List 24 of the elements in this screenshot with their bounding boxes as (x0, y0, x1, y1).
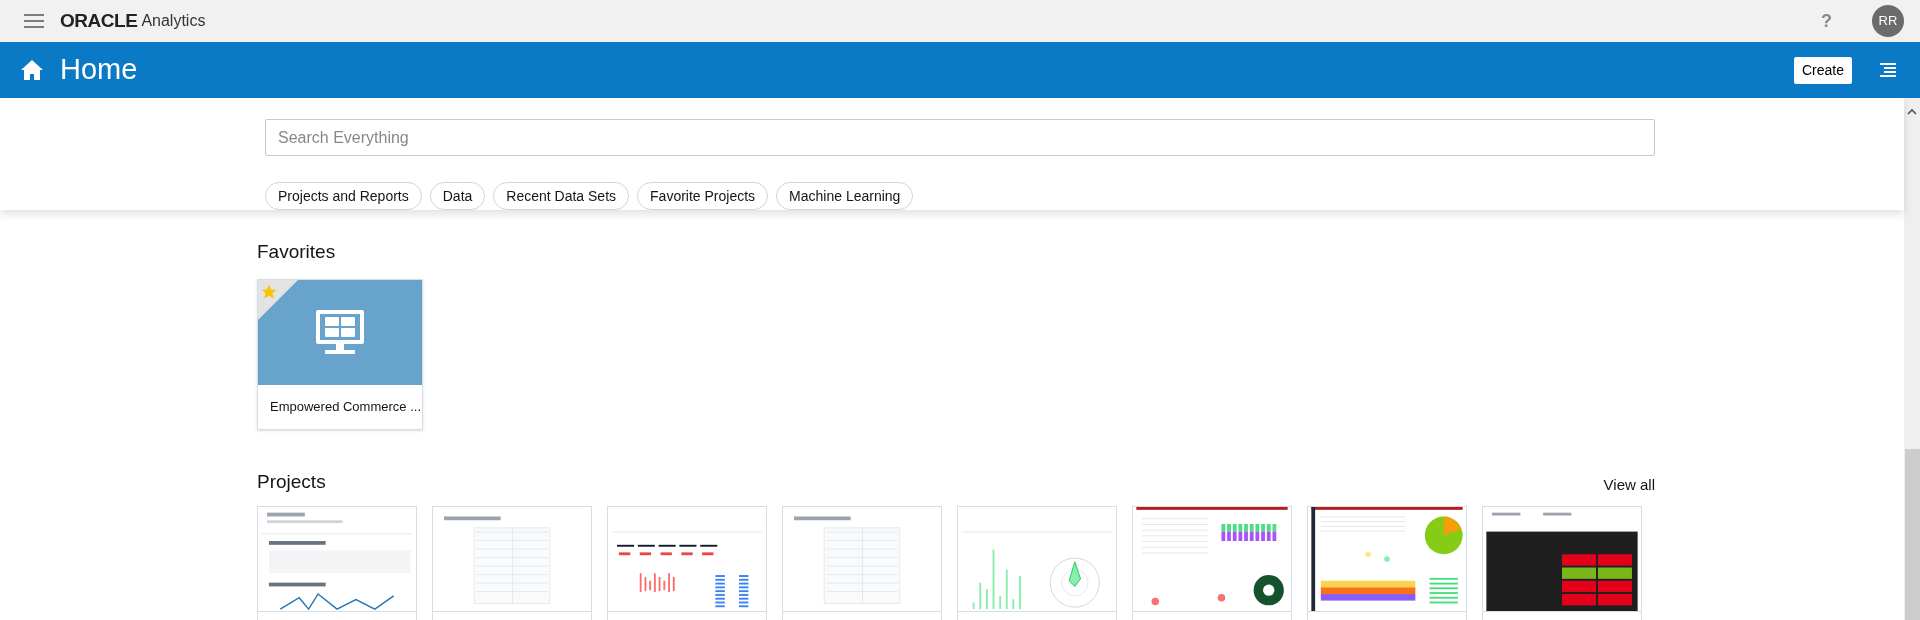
brand-logo: ORACLE (60, 8, 138, 33)
create-button[interactable]: Create (1793, 56, 1852, 84)
user-avatar[interactable]: RR (1872, 5, 1904, 37)
dashboard-monitor-icon (315, 309, 365, 355)
filter-chip[interactable]: Data (429, 182, 486, 210)
filter-chip[interactable]: Recent Data Sets (493, 182, 630, 210)
home-icon[interactable] (20, 59, 44, 81)
section-title: Favorites (257, 240, 337, 264)
list-menu-icon[interactable] (1880, 63, 1896, 77)
filter-chip[interactable]: Projects and Reports (265, 182, 422, 210)
page-title: Home (60, 52, 138, 88)
scroll-up-icon[interactable] (1907, 108, 1917, 116)
project-card[interactable]: Empowered Commerce ... (257, 278, 423, 430)
menu-icon[interactable] (24, 14, 44, 28)
view-all-link[interactable]: View all (1603, 473, 1655, 496)
search-field[interactable]: Search Everything (265, 119, 1655, 156)
card-title: Empowered Commerce ... (270, 397, 421, 416)
filter-chip[interactable]: Favorite Projects (637, 182, 769, 210)
scrollbar[interactable] (1904, 98, 1920, 620)
scrollbar-thumb[interactable] (1904, 449, 1920, 620)
filter-chip[interactable]: Machine Learning (776, 182, 914, 210)
corner-fold (258, 279, 298, 320)
section-title: Projects (257, 469, 326, 494)
product-name: Analytics (141, 11, 206, 31)
